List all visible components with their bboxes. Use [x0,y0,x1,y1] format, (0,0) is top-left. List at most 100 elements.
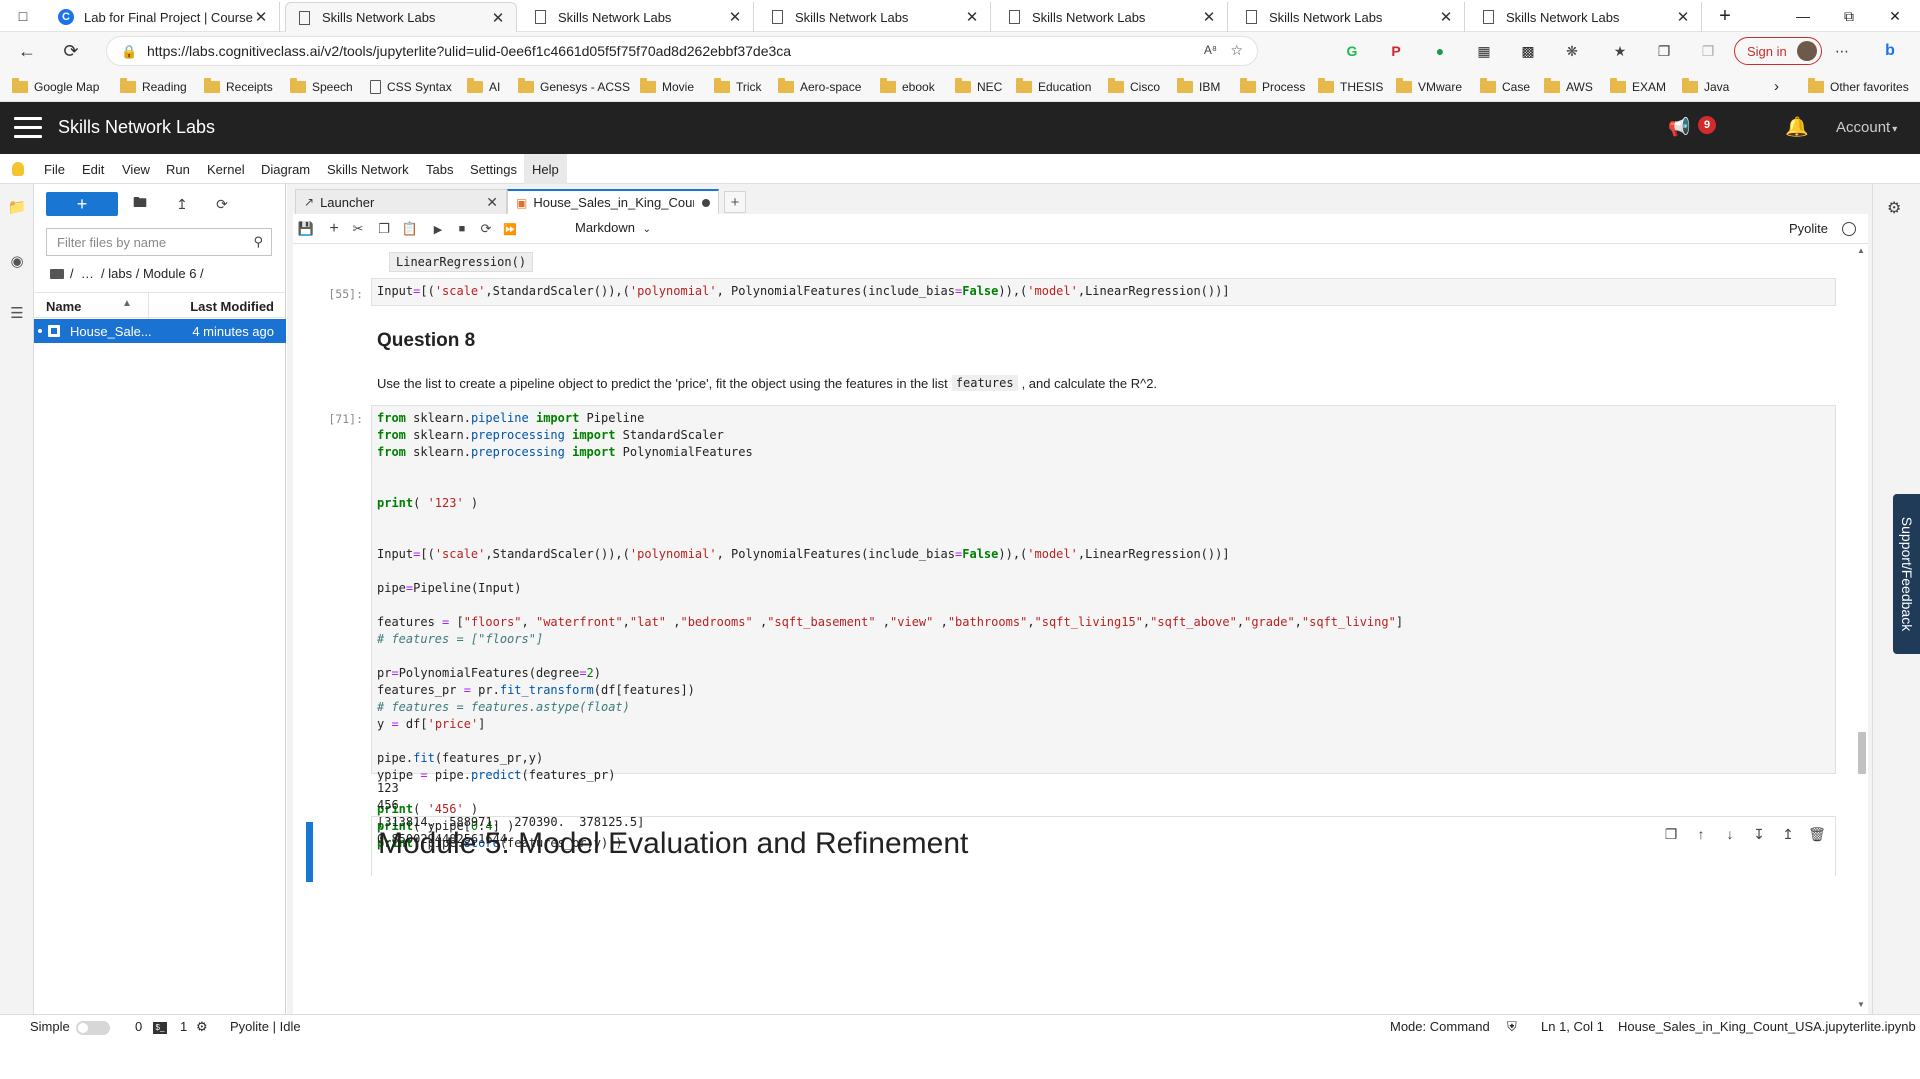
back-icon[interactable]: ← [14,39,40,63]
refresh-icon[interactable]: ⟳ [212,194,232,214]
delete-cell-icon[interactable]: 🗑 [1808,825,1826,843]
close-icon[interactable]: ✕ [490,9,506,27]
menu-file[interactable]: File [36,154,73,184]
unsaved-indicator-icon[interactable] [702,198,710,207]
tab-launcher[interactable]: ↗ Launcher ✕ [295,189,507,215]
bookmark-trick[interactable]: Trick [714,77,762,95]
duplicate-cell-icon[interactable]: ❐ [1662,825,1680,843]
tab-notebook[interactable]: ▣ House_Sales_in_King_Count_ [507,189,719,215]
bing-icon[interactable]: b [1880,41,1900,61]
menu-edit[interactable]: Edit [74,154,112,184]
move-up-icon[interactable]: ↑ [1692,825,1710,843]
url-field[interactable]: 🔒 https://labs.cognitiveclass.ai/v2/tool… [106,36,1258,66]
table-of-contents-icon[interactable]: ☰ [8,304,26,322]
browser-tab-active[interactable]: Skills Network Labs ✕ [285,2,517,32]
bookmark-aero-space[interactable]: Aero-space [778,77,861,95]
menu-diagram[interactable]: Diagram [253,154,318,184]
menu-help[interactable]: Help [524,154,567,184]
insert-cell-icon[interactable]: + [325,220,343,238]
window-close-icon[interactable]: ✕ [1872,0,1918,32]
pinterest-icon[interactable]: P [1386,41,1406,61]
terminal-extension-icon[interactable]: ▩ [1518,41,1538,61]
insert-above-icon[interactable]: ↥ [1779,825,1797,843]
browser-tab[interactable]: Skills Network Labs ✕ [996,2,1228,32]
menu-view[interactable]: View [114,154,158,184]
new-launcher-button[interactable]: + [46,192,118,216]
bookmark-reading[interactable]: Reading [120,77,187,95]
markdown-cell-active[interactable]: Module 5: Model Evaluation and Refinemen… [371,816,1836,876]
bookmark-process[interactable]: Process [1240,77,1305,95]
bell-icon[interactable]: 🔔 [1785,115,1809,139]
scroll-down-icon[interactable]: ▼ [1857,1000,1865,1009]
column-last-modified[interactable]: Last Modified [190,299,274,314]
code-cell-71[interactable]: from sklearn.pipeline import Pipeline fr… [371,405,1836,850]
insert-below-icon[interactable]: ↧ [1750,825,1768,843]
vertical-scrollbar[interactable]: ▲ ▼ [1856,244,1868,1014]
bookmark-case[interactable]: Case [1480,77,1530,95]
bookmark-java[interactable]: Java [1682,77,1729,95]
minimize-icon[interactable]: — [1780,0,1826,32]
paste-icon[interactable]: 📋 [401,220,419,238]
bookmark-education[interactable]: Education [1016,77,1091,95]
stop-icon[interactable]: ■ [453,220,471,238]
bookmark-cisco[interactable]: Cisco [1108,77,1160,95]
bookmark-receipts[interactable]: Receipts [204,77,273,95]
kernel-count[interactable]: 1 [180,1019,187,1034]
restore-icon[interactable]: ⧉ [1826,0,1872,32]
menu-tabs[interactable]: Tabs [418,154,461,184]
browser-tab[interactable]: Skills Network Labs ✕ [759,2,991,32]
close-icon[interactable]: ✕ [1438,8,1454,26]
apps-grid-icon[interactable]: ▦ [1474,41,1494,61]
bookmark-ai[interactable]: AI [467,77,500,95]
cell-type-select[interactable]: Markdown ⌄ [575,220,651,235]
read-aloud-icon[interactable]: A⁸ [1204,43,1217,57]
hamburger-menu-icon[interactable] [14,117,42,139]
collections-icon[interactable]: ❐ [1654,41,1674,61]
bookmark-exam[interactable]: EXAM [1610,77,1666,95]
menu-run[interactable]: Run [158,154,198,184]
filter-files-input[interactable]: Filter files by name ⚲ [46,228,272,256]
simple-mode-toggle[interactable] [76,1021,110,1035]
scroll-up-icon[interactable]: ▲ [1857,246,1865,255]
puzzle-icon[interactable]: ❋ [1562,41,1582,61]
property-inspector-icon[interactable]: ⚙ [1887,198,1901,218]
menu-settings[interactable]: Settings [462,154,525,184]
extension-icon[interactable]: ● [1430,41,1450,61]
menu-skills-network[interactable]: Skills Network [319,154,417,184]
bookmark-vmware[interactable]: VMware [1396,77,1462,95]
browser-tab-coursera[interactable]: C Lab for Final Project | Coursera ✕ [48,2,280,32]
upload-icon[interactable]: ↥ [172,194,192,214]
close-icon[interactable]: ✕ [727,8,743,26]
bookmark-ibm[interactable]: IBM [1177,77,1220,95]
tab-actions-icon[interactable]: □ [0,0,46,32]
menu-kernel[interactable]: Kernel [199,154,253,184]
file-row-selected[interactable]: House_Sale... 4 minutes ago [34,319,286,343]
support-feedback-button[interactable]: Support/Feedback [1893,494,1920,654]
cut-icon[interactable]: ✂ [349,220,367,238]
save-icon[interactable]: 💾 [297,220,315,238]
running-kernels-icon[interactable]: ◉ [8,252,26,270]
more-options-icon[interactable]: ⋯ [1832,41,1852,61]
move-down-icon[interactable]: ↓ [1721,825,1739,843]
editor-mode[interactable]: Mode: Command [1390,1019,1490,1034]
browser-tab[interactable]: Skills Network Labs ✕ [1233,2,1465,32]
bookmark-other-favorites[interactable]: Other favorites [1808,77,1909,95]
megaphone-icon[interactable]: 📢 [1668,117,1690,138]
browser-tab[interactable]: Skills Network Labs ✕ [1470,2,1702,32]
close-icon[interactable]: ✕ [486,194,498,211]
bookmark-google-map[interactable]: Google Map [12,77,99,95]
close-icon[interactable]: ✕ [964,8,980,26]
kernel-status[interactable]: Pyolite | Idle [230,1019,301,1034]
kernel-name[interactable]: Pyolite [1789,221,1828,236]
terminal-count[interactable]: 0 [135,1019,142,1034]
sign-in-button[interactable]: Sign in [1734,37,1822,65]
restart-icon[interactable]: ⟳ [477,220,495,238]
scrollbar-thumb[interactable] [1858,732,1866,774]
cursor-position[interactable]: Ln 1, Col 1 [1541,1019,1604,1034]
chevron-right-icon[interactable]: › [1774,78,1779,95]
breadcrumb[interactable]: / … / labs / Module 6 / [50,266,204,281]
bookmark-speech[interactable]: Speech [290,77,353,95]
browser-tab[interactable]: Skills Network Labs ✕ [522,2,754,32]
copy-icon[interactable]: ❐ [375,220,393,238]
bookmark-movie[interactable]: Movie [640,77,694,95]
